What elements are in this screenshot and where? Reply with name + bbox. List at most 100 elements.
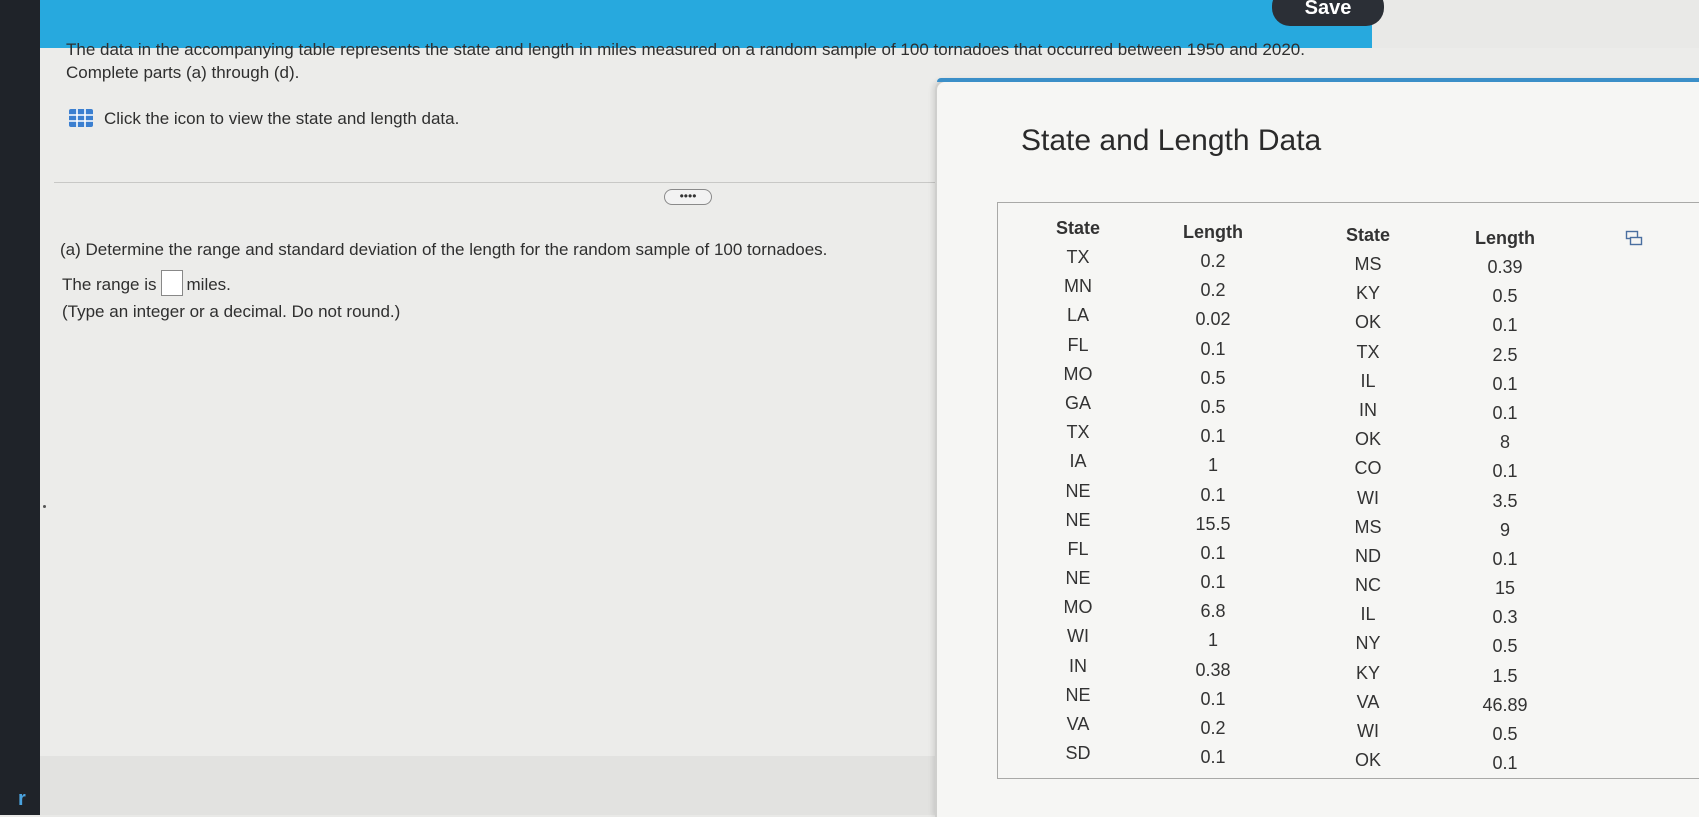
table-cell-state: WI	[1357, 487, 1379, 508]
table-cell-length: 6.8	[1200, 601, 1226, 622]
table-cell-state: IA	[1069, 451, 1087, 472]
section-divider	[54, 182, 944, 183]
table-cell-state: NE	[1065, 480, 1091, 501]
right-state-column: State MS KY OK TX IL IN OK CO WI MS ND NC IL NY KY VA WI…	[1328, 220, 1408, 775]
table-cell-length: 0.1	[1492, 753, 1518, 774]
table-cell-state: NC	[1355, 575, 1381, 596]
table-cell-state: NE	[1065, 684, 1091, 705]
table-cell-length: 0.1	[1200, 426, 1226, 447]
table-cell-state: KY	[1355, 662, 1380, 683]
popup-title: State and Length Data	[1021, 124, 1322, 157]
table-cell-state: TX	[1066, 422, 1090, 443]
table-cell-state: IN	[1359, 399, 1377, 420]
table-cell-length: 0.1	[1200, 542, 1226, 563]
table-cell-length: 0.5	[1492, 286, 1518, 307]
table-cell-state: MS	[1354, 254, 1382, 274]
table-cell-length: 0.1	[1200, 688, 1226, 709]
table-cell-length: 0.5	[1492, 724, 1518, 744]
part-a-question: (a) Determine the range and standard dev…	[60, 240, 828, 259]
table-cell-state: NY	[1355, 633, 1381, 654]
table-cell-length: 1	[1207, 630, 1218, 651]
stray-dot	[43, 505, 46, 508]
table-cell-state: FL	[1067, 334, 1089, 355]
left-state-cells: TX MN LA FL MO GA TX IA NE NE FL NE MO WI IN NE VA SD	[1038, 243, 1118, 768]
view-data-link[interactable]: Click the icon to view the state and len…	[68, 108, 459, 129]
state-length-popup: State and Length Data State TX MN LA FL MO GA…	[935, 78, 1699, 817]
table-cell-state: CO	[1354, 458, 1382, 479]
table-cell-length: 15.5	[1195, 513, 1231, 534]
ellipsis-icon[interactable]: ••••	[664, 189, 712, 205]
table-cell-length: 0.5	[1200, 396, 1226, 417]
table-cell-state: IN	[1069, 655, 1087, 676]
table-cell-length: 0.38	[1195, 659, 1231, 680]
answer-hint: (Type an integer or a decimal. Do not ro…	[62, 302, 401, 321]
table-cell-state: NE	[1065, 568, 1091, 589]
left-state-column: State TX MN LA FL MO GA TX IA NE NE FL NE MO WI IN NE VA…	[1038, 213, 1118, 768]
table-cell-state: KY	[1355, 283, 1380, 304]
table-cell-state: OK	[1354, 312, 1381, 333]
table-cell-length: 46.89	[1482, 694, 1528, 715]
table-cell-state: NE	[1065, 509, 1091, 530]
table-cell-state: WI	[1067, 626, 1089, 647]
view-data-link-text[interactable]: Click the icon to view the state and len…	[104, 109, 459, 128]
table-cell-length: 0.39	[1487, 257, 1523, 277]
table-cell-length: 0.1	[1492, 315, 1518, 336]
table-cell-length: 0.02	[1195, 309, 1231, 330]
table-cell-length: 0.2	[1200, 251, 1226, 271]
screen-bezel	[0, 0, 40, 815]
copy-icon[interactable]	[1625, 230, 1643, 246]
data-table: State TX MN LA FL MO GA TX IA NE NE FL NE MO WI IN NE VA…	[997, 202, 1699, 779]
table-cell-length: 0.1	[1200, 572, 1226, 593]
table-cell-length: 3.5	[1492, 490, 1518, 511]
table-cell-state: WI	[1357, 721, 1379, 741]
left-length-cells: 0.2 0.2 0.02 0.1 0.5 0.5 0.1 1 0.1 15.5 0.1 0.1 6.8 1…	[1168, 247, 1258, 772]
table-cell-length: 15	[1494, 578, 1516, 599]
table-cell-state: IL	[1360, 604, 1376, 625]
table-cell-state: VA	[1066, 714, 1090, 734]
table-cell-state: IL	[1360, 370, 1376, 391]
range-answer-input[interactable]	[160, 270, 183, 296]
table-cell-length: 1.5	[1492, 665, 1518, 686]
left-state-header: State	[1055, 218, 1100, 238]
table-cell-state: MS	[1354, 516, 1382, 537]
table-cell-state: OK	[1354, 429, 1381, 450]
left-length-column: Length 0.2 0.2 0.02 0.1 0.5 0.5 0.1 1 0.1 15.5 0.1…	[1168, 217, 1258, 772]
table-cell-state: MO	[1063, 597, 1093, 618]
table-cell-length: 0.2	[1200, 718, 1226, 738]
right-length-column: Length 0.39 0.5 0.1 2.5 0.1 0.1 8 0.1 3.5 9 0.1 15 0…	[1460, 223, 1550, 778]
table-cell-state: GA	[1064, 392, 1091, 413]
range-prefix: The range is	[62, 275, 157, 294]
save-button[interactable]: Save	[1272, 0, 1384, 26]
range-suffix: miles.	[186, 275, 231, 294]
table-cell-length: 0.1	[1492, 402, 1518, 423]
grid-table-icon[interactable]	[68, 108, 94, 128]
table-cell-state: MO	[1063, 363, 1093, 384]
right-length-header: Length	[1475, 228, 1535, 248]
table-cell-length: 0.1	[1200, 338, 1226, 359]
corner-mark: r	[18, 788, 26, 810]
table-cell-state: SD	[1065, 743, 1091, 764]
table-cell-length: 0.2	[1200, 280, 1226, 301]
range-answer-line: The range is miles.	[62, 270, 231, 296]
table-cell-length: 9	[1499, 519, 1510, 540]
table-cell-length: 0.1	[1492, 373, 1518, 394]
table-cell-length: 0.1	[1200, 747, 1226, 768]
table-cell-state: MN	[1064, 276, 1092, 297]
table-cell-state: VA	[1356, 691, 1380, 712]
table-cell-length: 0.5	[1492, 636, 1518, 657]
right-length-cells: 0.39 0.5 0.1 2.5 0.1 0.1 8 0.1 3.5 9 0.1 15 0.3 0.5 1.…	[1460, 253, 1550, 778]
bottom-strip	[40, 756, 940, 815]
table-cell-length: 0.1	[1492, 548, 1518, 569]
table-cell-state: FL	[1067, 538, 1089, 559]
popup-accent-bar	[937, 78, 1699, 82]
table-cell-state: OK	[1354, 750, 1381, 771]
table-cell-length: 0.1	[1492, 461, 1518, 482]
table-cell-length: 1	[1207, 455, 1218, 476]
table-cell-state: ND	[1355, 545, 1381, 566]
table-cell-length: 0.3	[1492, 607, 1518, 628]
right-state-header: State	[1345, 225, 1390, 245]
table-cell-length: 8	[1499, 432, 1510, 453]
table-cell-state: TX	[1356, 341, 1380, 362]
left-length-header: Length	[1183, 222, 1243, 242]
table-cell-length: 2.5	[1492, 344, 1518, 365]
